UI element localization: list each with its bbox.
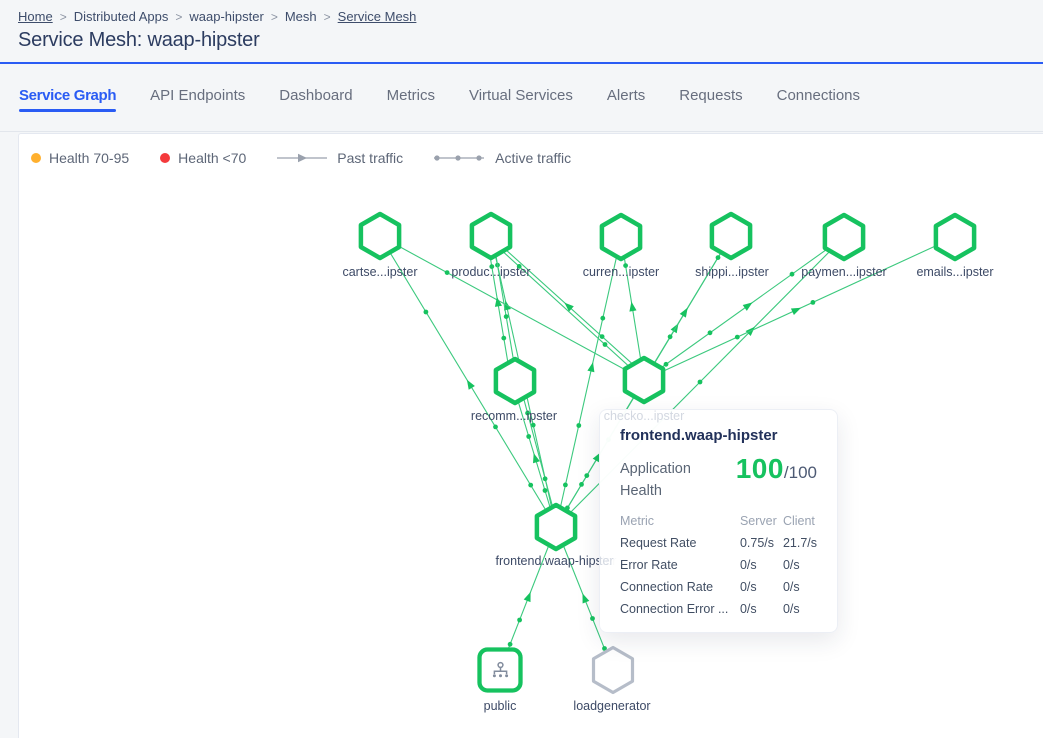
- svg-text:recomm...ipster: recomm...ipster: [471, 409, 557, 423]
- svg-text:emails...ipster: emails...ipster: [916, 265, 993, 279]
- svg-text:curren...ipster: curren...ipster: [583, 265, 659, 279]
- svg-text:cartse...ipster: cartse...ipster: [342, 265, 417, 279]
- svg-text:paymen...ipster: paymen...ipster: [801, 265, 886, 279]
- svg-text:public: public: [484, 699, 517, 713]
- svg-text:loadgenerator: loadgenerator: [573, 699, 650, 713]
- svg-text:produc...ipster: produc...ipster: [451, 265, 530, 279]
- svg-text:shippi...ipster: shippi...ipster: [695, 265, 769, 279]
